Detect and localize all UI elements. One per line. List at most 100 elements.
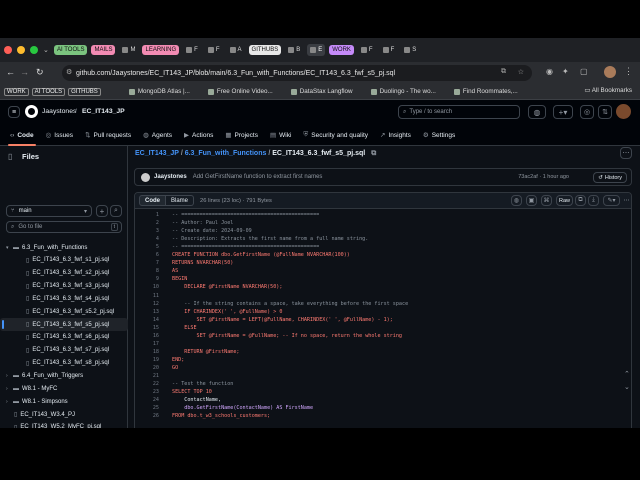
tree-folder[interactable]: › ▬ W8.1 - MyFC: [0, 382, 128, 395]
tree-file[interactable]: ▯ EC_IT143_6.3_fwf_s7_pj.sql: [0, 344, 128, 357]
bookmark-star-icon[interactable]: ☆: [518, 68, 524, 76]
user-avatar[interactable]: [616, 104, 631, 119]
tree-folder[interactable]: ▾ ▬ 6.3_Fun_with_Functions: [0, 241, 128, 254]
back-icon[interactable]: ←: [6, 67, 15, 77]
commit-author-avatar[interactable]: [141, 172, 150, 182]
browser-tab[interactable]: A: [227, 44, 245, 56]
github-logo-icon[interactable]: [25, 105, 38, 118]
share-icon[interactable]: ⧉: [501, 68, 506, 76]
scroll-up-icon[interactable]: ⌃: [624, 370, 630, 378]
downloads-icon[interactable]: ▢: [580, 67, 588, 76]
browser-tab[interactable]: B: [285, 44, 303, 56]
tree-file[interactable]: ▯ EC_IT143_W3.4_PJ: [0, 408, 128, 421]
go-to-file-input[interactable]: ⌕ Go to file t: [6, 221, 122, 233]
breadcrumb-folder[interactable]: 6.3_Fun_with_Functions: [185, 150, 267, 157]
tab-group-mails[interactable]: MAILS: [91, 45, 116, 55]
code-options-icon[interactable]: ⋯: [622, 195, 631, 206]
commit-message[interactable]: Add GetFirstName function to extract fir…: [193, 174, 323, 180]
tree-folder[interactable]: › ▬ W8.1 - Simpsons: [0, 395, 128, 408]
tab-group-ai-tools[interactable]: AI TOOLS: [54, 45, 88, 55]
bookmark-item[interactable]: Free Online Video...: [207, 88, 273, 95]
collapse-sidebar-icon[interactable]: ▯: [8, 152, 12, 161]
browser-tab[interactable]: M: [119, 44, 138, 56]
tab-issues[interactable]: ◎ Issues: [46, 124, 73, 146]
tab-group-githubs[interactable]: GITHUBS: [248, 45, 282, 55]
github-search-input[interactable]: ⌕ Type / to search: [398, 105, 520, 119]
preview-icon[interactable]: ▣: [526, 195, 537, 206]
tab-actions[interactable]: ▶ Actions: [184, 124, 213, 146]
extensions-puzzle-icon[interactable]: ✦: [562, 67, 569, 76]
branch-selector[interactable]: ⑂ main ▾: [6, 205, 92, 217]
tab-code[interactable]: ‹› Code: [8, 124, 36, 146]
tree-file[interactable]: ▯ EC_IT143_6.3_fwf_s5_pj.sql: [0, 318, 128, 332]
tab-insights[interactable]: ↗ Insights: [380, 124, 411, 146]
tree-file[interactable]: ▯ EC_IT143_W5.2_MyFC_pj.sql: [0, 421, 128, 428]
add-file-icon[interactable]: +: [96, 205, 108, 217]
bookmark-item[interactable]: Find Roommates,...: [453, 88, 518, 95]
tab-blame[interactable]: Blame: [166, 195, 195, 206]
tab-group-learning[interactable]: LEARNING: [142, 45, 180, 55]
tab-group-work[interactable]: WORK: [329, 45, 354, 55]
reload-icon[interactable]: ↻: [36, 67, 44, 78]
browser-tab[interactable]: F: [358, 44, 376, 56]
extension-icon[interactable]: ◉: [546, 67, 553, 76]
history-button[interactable]: ↺ History: [593, 172, 627, 183]
browser-menu-icon[interactable]: ⋮: [624, 66, 633, 77]
browser-tab[interactable]: E: [307, 44, 326, 56]
hamburger-menu-icon[interactable]: ≡: [8, 106, 20, 118]
minimize-window-icon[interactable]: [17, 46, 25, 54]
maximize-window-icon[interactable]: [30, 46, 38, 54]
raw-button[interactable]: Raw: [556, 195, 573, 206]
bookmark-item[interactable]: Duolingo - The wo...: [370, 88, 436, 95]
profile-avatar[interactable]: [604, 66, 616, 78]
copilot-icon[interactable]: ◍: [528, 105, 546, 119]
bookmark-group-work[interactable]: WORK: [4, 87, 29, 96]
tab-settings[interactable]: ⚙ Settings: [423, 124, 455, 146]
commit-author[interactable]: Jaaystones: [154, 174, 187, 180]
more-options-icon[interactable]: ⋯: [620, 147, 632, 159]
address-bar[interactable]: ⚙ github.com/Jaaystones/EC_IT143_JP/blob…: [62, 65, 532, 81]
bookmark-group-githubs[interactable]: GITHUBS: [68, 87, 101, 96]
repo-name-link[interactable]: EC_IT143_JP: [82, 108, 125, 115]
commit-meta[interactable]: 73ac2af · 1 hour ago: [518, 174, 569, 180]
tab-projects[interactable]: ▦ Projects: [225, 124, 258, 146]
browser-tab[interactable]: F: [183, 44, 201, 56]
scroll-down-icon[interactable]: ⌄: [624, 383, 630, 391]
tab-wiki[interactable]: ▤ Wiki: [270, 124, 291, 146]
close-window-icon[interactable]: [4, 46, 12, 54]
tab-agents[interactable]: ◍ Agents: [143, 124, 172, 146]
tree-file[interactable]: ▯ EC_IT143_6.3_fwf_s8_pj.sql: [0, 357, 128, 370]
tree-folder[interactable]: › ▬ 6.4_Fun_with_Triggers: [0, 370, 128, 383]
tab-security-and-quality[interactable]: ⛨ Security and quality: [303, 124, 368, 146]
bookmark-group-ai-tools[interactable]: AI TOOLS: [31, 87, 66, 96]
repo-owner-link[interactable]: Jaaystones: [42, 108, 76, 115]
bookmark-item[interactable]: MongoDB Atlas |...: [128, 88, 190, 95]
tree-file[interactable]: ▯ EC_IT143_6.3_fwf_s2_pj.sql: [0, 267, 128, 280]
copilot-chat-icon[interactable]: ◍: [511, 195, 522, 206]
issues-icon[interactable]: ◎: [580, 105, 594, 119]
browser-tab[interactable]: F: [380, 44, 398, 56]
tree-file[interactable]: ▯ EC_IT143_6.3_fwf_s3_pj.sql: [0, 280, 128, 293]
copy-raw-icon[interactable]: ⧉: [575, 195, 586, 206]
all-bookmarks[interactable]: ▭ All Bookmarks: [584, 87, 632, 94]
browser-tab[interactable]: F: [205, 44, 223, 56]
tree-file[interactable]: ▯ EC_IT143_6.3_fwf_s5.2_pj.sql: [0, 305, 128, 318]
site-info-icon[interactable]: ⚙: [66, 68, 72, 76]
tree-file[interactable]: ▯ EC_IT143_6.3_fwf_s6_pj.sql: [0, 331, 128, 344]
forward-icon[interactable]: →: [20, 67, 29, 77]
create-new-icon[interactable]: +▾: [553, 105, 573, 119]
browser-tab[interactable]: S: [401, 44, 419, 56]
tree-file[interactable]: ▯ EC_IT143_6.3_fwf_s4_pj.sql: [0, 292, 128, 305]
search-files-icon[interactable]: ⌕: [110, 205, 122, 217]
edit-icon[interactable]: ✎▾: [603, 195, 620, 206]
symbols-icon[interactable]: ⌘: [541, 195, 552, 206]
pull-requests-icon[interactable]: ⇅: [598, 105, 612, 119]
copy-path-icon[interactable]: ⧉: [371, 150, 376, 157]
tab-code[interactable]: Code: [139, 195, 166, 206]
tab-search-icon[interactable]: ⌄: [43, 46, 51, 54]
breadcrumb-repo[interactable]: EC_IT143_JP: [135, 150, 179, 157]
tab-pull-requests[interactable]: ⇅ Pull requests: [85, 124, 131, 146]
tree-file[interactable]: ▯ EC_IT143_6.3_fwf_s1_pj.sql: [0, 254, 128, 267]
download-icon[interactable]: ⤓: [588, 195, 599, 206]
bookmark-item[interactable]: DataStax Langflow: [290, 88, 353, 95]
